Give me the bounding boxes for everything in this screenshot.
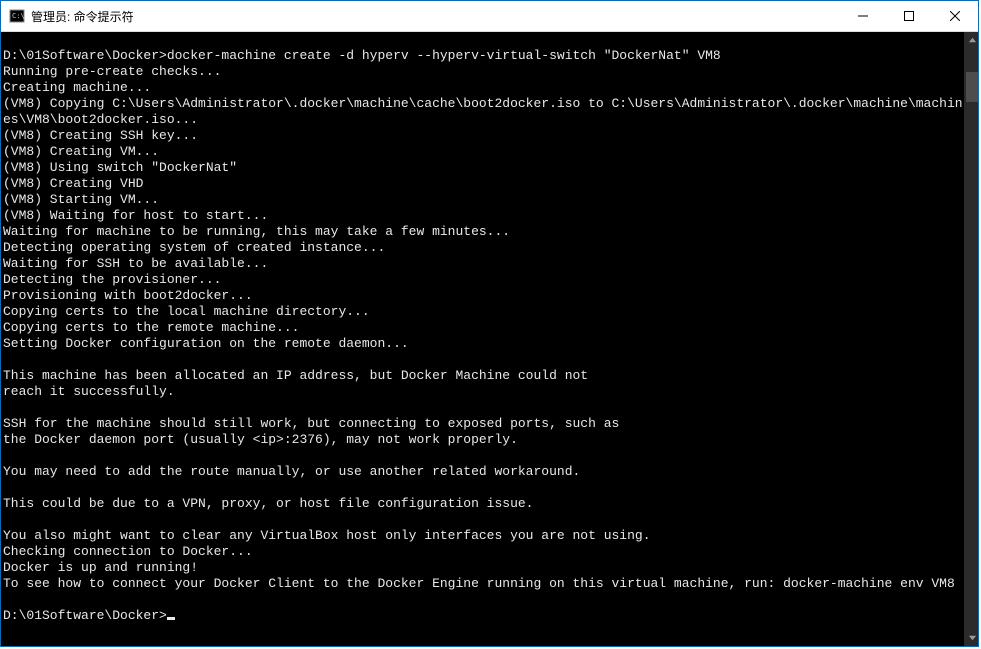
minimize-button[interactable]: [840, 1, 886, 31]
scroll-down-button[interactable]: [964, 629, 978, 646]
terminal-line: (VM8) Creating VM...: [3, 144, 964, 160]
terminal-line: [3, 480, 964, 496]
terminal-prompt-line[interactable]: D:\01Software\Docker>: [3, 608, 964, 624]
terminal-line: You also might want to clear any Virtual…: [3, 528, 964, 544]
terminal-line: Detecting operating system of created in…: [3, 240, 964, 256]
terminal-line: You may need to add the route manually, …: [3, 464, 964, 480]
vertical-scrollbar[interactable]: [964, 32, 978, 646]
terminal-line: Detecting the provisioner...: [3, 272, 964, 288]
terminal-line: Provisioning with boot2docker...: [3, 288, 964, 304]
terminal-line: Docker is up and running!: [3, 560, 964, 576]
terminal-line: Checking connection to Docker...: [3, 544, 964, 560]
terminal-line: [3, 592, 964, 608]
terminal-line: SSH for the machine should still work, b…: [3, 416, 964, 432]
terminal-line: This could be due to a VPN, proxy, or ho…: [3, 496, 964, 512]
close-button[interactable]: [932, 1, 978, 31]
terminal-line: [3, 352, 964, 368]
terminal-line: Setting Docker configuration on the remo…: [3, 336, 964, 352]
terminal-line: Copying certs to the remote machine...: [3, 320, 964, 336]
cursor: [167, 617, 175, 620]
terminal-line: (VM8) Using switch "DockerNat": [3, 160, 964, 176]
terminal-line: (VM8) Starting VM...: [3, 192, 964, 208]
terminal-line: reach it successfully.: [3, 384, 964, 400]
scroll-up-button[interactable]: [964, 32, 978, 49]
terminal-line: [3, 448, 964, 464]
terminal-line: Copying certs to the local machine direc…: [3, 304, 964, 320]
command-prompt-window: C:\ 管理员: 命令提示符 D:\01Software\Docker>dock…: [0, 0, 979, 647]
terminal-line: the Docker daemon port (usually <ip>:237…: [3, 432, 964, 448]
terminal-line: (VM8) Creating SSH key...: [3, 128, 964, 144]
svg-text:C:\: C:\: [12, 12, 25, 20]
window-title: 管理员: 命令提示符: [31, 8, 134, 25]
terminal-line: To see how to connect your Docker Client…: [3, 576, 964, 592]
terminal-line: [3, 32, 964, 48]
terminal-line: (VM8) Waiting for host to start...: [3, 208, 964, 224]
scroll-thumb[interactable]: [966, 72, 978, 102]
terminal-line: Waiting for machine to be running, this …: [3, 224, 964, 240]
terminal-line: [3, 512, 964, 528]
terminal-line: [3, 400, 964, 416]
maximize-button[interactable]: [886, 1, 932, 31]
terminal-line: Creating machine...: [3, 80, 964, 96]
terminal-line: Running pre-create checks...: [3, 64, 964, 80]
terminal-line: D:\01Software\Docker>docker-machine crea…: [3, 48, 964, 64]
terminal-area: D:\01Software\Docker>docker-machine crea…: [1, 32, 978, 646]
terminal-output[interactable]: D:\01Software\Docker>docker-machine crea…: [1, 32, 964, 646]
terminal-line: (VM8) Creating VHD: [3, 176, 964, 192]
terminal-line: (VM8) Copying C:\Users\Administrator\.do…: [3, 96, 964, 128]
terminal-line: Waiting for SSH to be available...: [3, 256, 964, 272]
titlebar[interactable]: C:\ 管理员: 命令提示符: [1, 1, 978, 32]
terminal-line: This machine has been allocated an IP ad…: [3, 368, 964, 384]
app-icon: C:\: [9, 8, 25, 24]
terminal-prompt: D:\01Software\Docker>: [3, 608, 167, 623]
